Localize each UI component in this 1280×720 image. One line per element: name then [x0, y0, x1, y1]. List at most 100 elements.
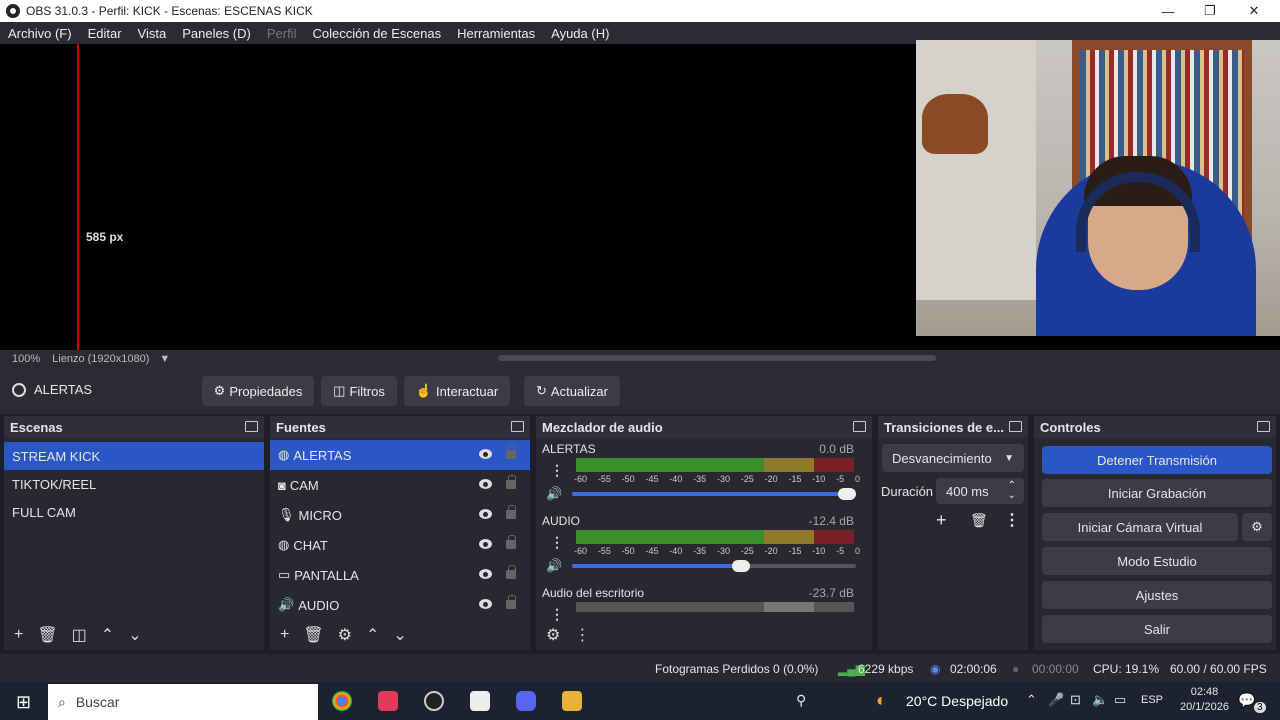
chevron-up-icon[interactable]: ⌃ [366, 625, 379, 645]
meter-ticks: -60 -55 -50 -45 -40 -35 -30 -25 -20 -15 -10 -5 0 [574, 474, 860, 484]
eye-icon[interactable] [479, 569, 492, 579]
lock-icon[interactable] [506, 445, 516, 459]
kebab-menu-icon[interactable]: ⋮ [550, 462, 564, 479]
menu-profile[interactable]: Perfil [259, 26, 305, 41]
stop-stream-button[interactable]: Detener Transmisión [1042, 446, 1272, 474]
exit-button[interactable]: Salir [1042, 615, 1272, 643]
undock-icon[interactable] [1257, 421, 1270, 432]
lock-icon[interactable] [506, 475, 516, 489]
discord-icon[interactable] [516, 691, 536, 711]
chevron-down-icon[interactable]: ⌄ [393, 625, 406, 645]
speaker-icon[interactable]: 🔊 [546, 558, 562, 574]
properties-button[interactable]: ⚙ Propiedades [202, 376, 314, 406]
obs-taskbar-icon[interactable] [424, 691, 444, 711]
kebab-menu-icon[interactable]: ⋮ [574, 625, 590, 645]
lock-icon[interactable] [506, 505, 516, 519]
zoom-dropdown-icon[interactable]: ▼ [159, 353, 170, 365]
gear-icon[interactable]: ⚙ [338, 625, 352, 645]
filter-icon[interactable]: ◫ [72, 625, 87, 645]
windows-start-icon[interactable]: ⊞ [16, 692, 31, 713]
source-item[interactable]: ◍ CHAT [270, 530, 530, 560]
tiktok-icon[interactable] [378, 691, 398, 711]
source-item[interactable]: 🔊 AUDIO [270, 590, 530, 620]
undock-icon[interactable] [853, 421, 866, 432]
volume-slider[interactable] [572, 560, 856, 572]
trash-icon[interactable]: 🗑 [37, 625, 57, 645]
source-item[interactable]: ◍ ALERTAS [270, 440, 530, 470]
capcut-icon[interactable] [470, 691, 490, 711]
refresh-button[interactable]: ↻ Actualizar [524, 376, 620, 406]
chevron-down-icon[interactable]: ⌄ [128, 625, 141, 645]
virtual-camera-settings-button[interactable]: ⚙ [1242, 513, 1272, 541]
tray-chevron-icon[interactable]: ⌃ [1026, 692, 1037, 708]
microphone-icon[interactable]: 🎤 [1048, 692, 1064, 708]
filters-button[interactable]: ◫ Filtros [321, 376, 397, 406]
eye-icon[interactable] [479, 449, 492, 459]
studio-mode-button[interactable]: Modo Estudio [1042, 547, 1272, 575]
trash-icon[interactable]: 🗑 [970, 512, 988, 529]
eye-icon[interactable] [479, 509, 492, 519]
scene-item[interactable]: STREAM KICK [4, 442, 264, 470]
menu-tools[interactable]: Herramientas [449, 26, 543, 41]
add-icon[interactable]: + [14, 626, 23, 644]
menu-view[interactable]: Vista [130, 26, 175, 41]
kebab-menu-icon[interactable]: ⋮ [550, 534, 564, 551]
widgets-icon[interactable]: ⚲ [796, 692, 806, 709]
volume-slider[interactable] [572, 488, 856, 500]
slider-knob[interactable] [838, 488, 856, 500]
add-icon[interactable]: + [280, 626, 289, 644]
menu-help[interactable]: Ayuda (H) [543, 26, 617, 41]
notification-icon[interactable]: 💬 [1238, 692, 1255, 709]
menu-docks[interactable]: Paneles (D) [174, 26, 259, 41]
menu-scene-collection[interactable]: Colección de Escenas [304, 26, 449, 41]
scene-item[interactable]: FULL CAM [4, 498, 264, 526]
settings-button[interactable]: Ajustes [1042, 581, 1272, 609]
slider-knob[interactable] [732, 560, 750, 572]
speaker-icon[interactable]: 🔊 [546, 486, 562, 502]
start-recording-button[interactable]: Iniciar Grabación [1042, 479, 1272, 507]
menu-edit[interactable]: Editar [80, 26, 130, 41]
language-indicator[interactable]: ESP [1141, 694, 1163, 706]
network-icon[interactable]: ⊡ [1070, 692, 1081, 708]
undock-icon[interactable] [511, 421, 524, 432]
lock-icon[interactable] [506, 535, 516, 549]
gear-icon[interactable]: ⚙ [546, 625, 560, 645]
display-icon[interactable]: ▭ [1114, 692, 1126, 708]
menu-file[interactable]: Archivo (F) [0, 26, 80, 41]
virtual-camera-button[interactable]: Iniciar Cámara Virtual [1042, 513, 1238, 541]
preview-scrollbar[interactable] [498, 355, 936, 361]
chevron-up-icon[interactable]: ⌃ [101, 625, 114, 645]
chrome-icon[interactable] [332, 691, 352, 711]
microphone-icon: 🎙 [278, 507, 295, 522]
minimize-button[interactable]: — [1146, 0, 1190, 22]
stepper-icon[interactable]: ⌃ ⌄ [1008, 481, 1016, 501]
source-item[interactable]: ▭ PANTALLA [270, 560, 530, 590]
webcam-source[interactable] [916, 40, 1280, 336]
duration-input[interactable]: 400 ms ⌃ ⌄ [936, 478, 1024, 504]
status-bar: Fotogramas Perdidos 0 (0.0%) ▂▄▆ 6229 kb… [0, 654, 1280, 682]
kebab-menu-icon[interactable]: ⋮ [1004, 510, 1020, 530]
undock-icon[interactable] [245, 421, 258, 432]
transition-select[interactable]: Desvanecimiento ▼ [882, 444, 1024, 472]
weather-icon[interactable]: ◐ [876, 690, 887, 711]
eye-icon[interactable] [479, 479, 492, 489]
clock[interactable]: 02:48 20/1/2026 [1180, 685, 1229, 715]
lock-icon[interactable] [506, 565, 516, 579]
lock-icon[interactable] [506, 595, 516, 609]
close-button[interactable]: ✕ [1232, 0, 1276, 22]
undock-icon[interactable] [1009, 421, 1022, 432]
eye-icon[interactable] [479, 599, 492, 609]
preview-canvas[interactable]: 585 px [0, 40, 1280, 350]
source-item[interactable]: 🎙 MICRO [270, 500, 530, 530]
scene-item[interactable]: TIKTOK/REEL [4, 470, 264, 498]
taskbar-search[interactable]: ⌕ Buscar [48, 684, 318, 720]
interact-button[interactable]: ☝ Interactuar [404, 376, 510, 406]
volume-icon[interactable]: 🔈 [1092, 692, 1108, 708]
weather-text[interactable]: 20°C Despejado [906, 693, 1008, 709]
add-icon[interactable]: + [936, 510, 947, 531]
eye-icon[interactable] [479, 539, 492, 549]
folder-icon[interactable] [562, 691, 582, 711]
maximize-button[interactable]: ❐ [1188, 0, 1232, 22]
source-item[interactable]: ◙ CAM [270, 470, 530, 500]
trash-icon[interactable]: 🗑 [303, 625, 323, 645]
